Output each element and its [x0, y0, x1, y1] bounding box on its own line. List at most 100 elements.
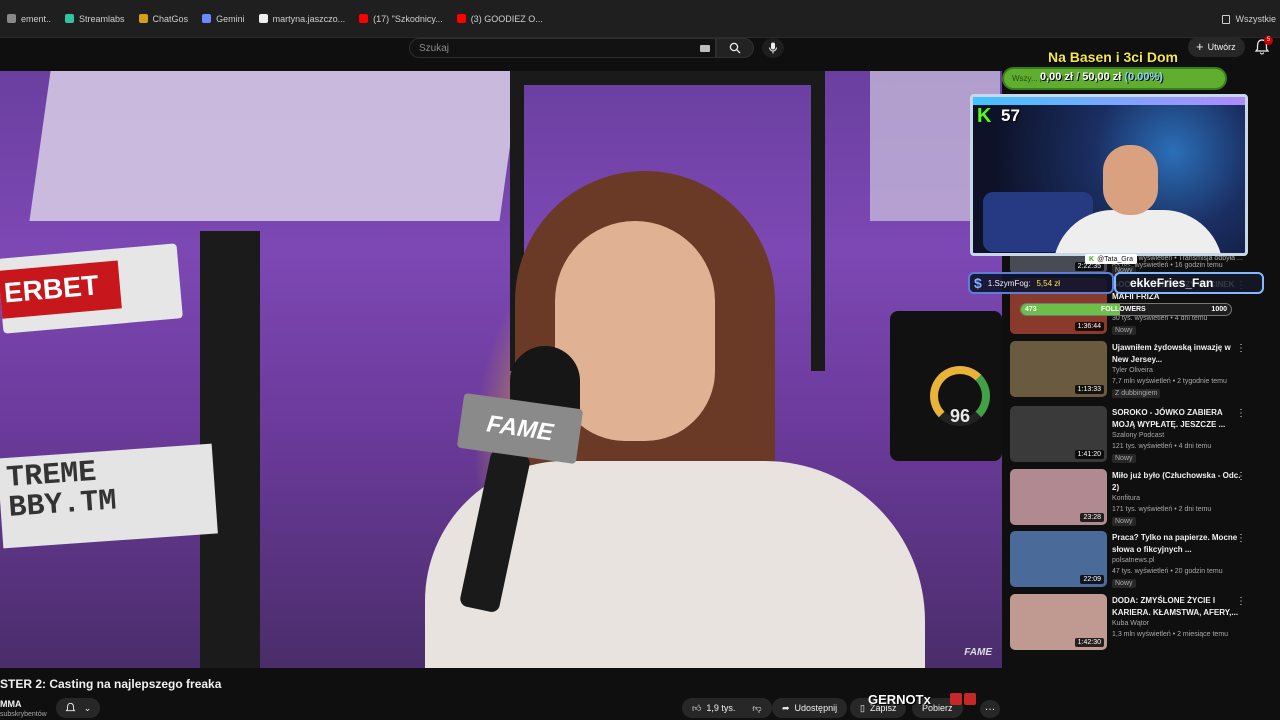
all-bookmarks[interactable]: Wszystkie	[1221, 0, 1277, 38]
bookmark-item[interactable]: (17) "Szkodnicy...	[352, 0, 450, 38]
video-thumbnail[interactable]: 1:13:33	[1010, 341, 1107, 397]
more-actions-icon[interactable]: …	[980, 700, 1000, 718]
chat-overlay-username: GERNOTx	[868, 692, 931, 707]
bookmark-item[interactable]: ement..	[0, 0, 58, 38]
new-badge: Z dubbingiem	[1112, 389, 1161, 398]
bookmarks-bar: ement.. Streamlabs ChatGos Gemini martyna.ja…	[0, 0, 1280, 38]
recommended-title[interactable]: SOROKO - JÓWKO ZABIERA MOJĄ WYPŁATĘ. JES…	[1112, 407, 1246, 431]
video-player[interactable]: ERBET TREME BBY.TM 96 FAME FAME	[0, 71, 1002, 668]
goal-progress-text: 0,00 zł / 50,00 zł (0.00%)	[1040, 71, 1163, 83]
recommended-title[interactable]: Praca? Tylko na papierze. Mocne słowa o …	[1112, 532, 1246, 556]
plus-icon: +	[1196, 39, 1204, 54]
like-count: 1,9 tys.	[706, 703, 736, 713]
bookmark-item[interactable]: martyna.jaszczo...	[252, 0, 353, 38]
more-options-icon[interactable]: ⋮	[1236, 533, 1246, 544]
recommended-title[interactable]: Miło już było (Człuchowska - Odc. 2)	[1112, 470, 1246, 494]
voice-search-button[interactable]	[762, 38, 784, 58]
streamer-handle: K @Tata_Gra	[1085, 254, 1137, 264]
video-duration: 1:36:44	[1074, 322, 1104, 331]
recommended-video[interactable]: 1:42:30 DODA: ZMYŚLONE ŻYCIE I KARIERA. K…	[1010, 594, 1272, 656]
recommended-video[interactable]: 1:13:33 Ujawniłem żydowską inwazję w New …	[1010, 341, 1272, 403]
streamer	[1053, 145, 1223, 253]
bookmark-item[interactable]: Gemini	[195, 0, 252, 38]
new-badge: Nowy	[1112, 579, 1136, 588]
share-button[interactable]: ➦ Udostępnij	[772, 698, 848, 718]
favicon-icon	[359, 14, 369, 23]
bookmark-item[interactable]: Streamlabs	[58, 0, 132, 38]
handle-text: @Tata_Gra	[1097, 255, 1133, 263]
create-button[interactable]: + Utwórz	[1188, 37, 1245, 57]
search-input[interactable]: Szukaj	[409, 38, 716, 58]
subscriber-count: subskrybentów	[0, 711, 47, 718]
channel-name[interactable]: MMA	[0, 699, 22, 709]
bookmark-label: Streamlabs	[79, 13, 125, 24]
share-label: Udostępnij	[794, 703, 838, 713]
goal-target: 50,00 zł	[1082, 71, 1122, 83]
followers-goal-bar: 473 FOLLOWERS 1000	[1020, 303, 1232, 316]
bookmark-label: (3) GOODIEZ O...	[470, 13, 543, 24]
more-options-icon[interactable]: ⋮	[1236, 471, 1246, 482]
favicon-icon	[7, 14, 16, 23]
search-button[interactable]	[716, 38, 754, 58]
new-badge: Nowy	[1112, 326, 1136, 335]
video-duration: 1:41:20	[1074, 450, 1104, 459]
goal-separator: /	[1076, 71, 1080, 83]
video-duration: 1:42:30	[1074, 638, 1104, 647]
emote-icon	[950, 693, 962, 705]
more-options-icon[interactable]: ⋮	[1236, 596, 1246, 607]
folder-icon	[1221, 14, 1230, 24]
video-thumbnail[interactable]: 1:42:30	[1010, 594, 1107, 650]
video-duration: 1:13:33	[1074, 385, 1104, 394]
microphone-icon	[769, 42, 777, 54]
screen: ement.. Streamlabs ChatGos Gemini martyna.ja…	[0, 0, 1280, 720]
dislike-icon[interactable]: 👎︎	[752, 703, 761, 714]
kick-icon: K	[1089, 255, 1095, 263]
kick-logo-icon: K	[977, 105, 992, 127]
recommended-channel[interactable]: Tyler Oliveira	[1112, 367, 1153, 374]
bookmark-item[interactable]: (3) GOODIEZ O...	[450, 0, 550, 38]
recommended-video[interactable]: 1:41:20 SOROKO - JÓWKO ZABIERA MOJĄ WYPŁA…	[1010, 406, 1272, 468]
recommended-channel[interactable]: Konfitura	[1112, 495, 1140, 502]
video-thumbnail[interactable]: 23:28	[1010, 469, 1107, 525]
bookmark-label: Gemini	[216, 13, 245, 24]
emote-icon	[964, 693, 976, 705]
recommended-meta: 30 tys. wyświetleń • 4 dni temu	[1112, 315, 1208, 322]
keyboard-icon[interactable]	[700, 45, 710, 52]
all-bookmarks-label: Wszystkie	[1235, 14, 1277, 24]
like-button[interactable]: 👍︎ 1,9 tys. 👎︎	[682, 698, 772, 718]
streamer-body	[1053, 210, 1223, 253]
share-icon: ➦	[782, 702, 790, 713]
followers-target: 1000	[1211, 306, 1227, 313]
create-label: Utwórz	[1207, 42, 1236, 52]
recommended-video[interactable]: 23:28 Miło już było (Człuchowska - Odc. 2…	[1010, 469, 1272, 531]
more-options-icon[interactable]: ⋮	[1236, 343, 1246, 354]
recommended-channel[interactable]: polsatnews.pl	[1112, 557, 1154, 564]
more-options-icon[interactable]: ⋮	[1236, 408, 1246, 419]
recommended-channel[interactable]: Szalony Podcast	[1112, 432, 1164, 439]
video-duration: 22:09	[1080, 575, 1104, 584]
top-tip-alert: $ 1.SzymFog: 5,54 zł	[968, 272, 1114, 294]
followers-goal-labels: 473 FOLLOWERS 1000	[1021, 304, 1231, 315]
sponsor-banner-text: ERBET	[0, 260, 122, 319]
bookmark-label: (17) "Szkodnicy...	[373, 13, 443, 24]
video-thumbnail[interactable]: 22:09	[1010, 531, 1107, 587]
video-thumbnail[interactable]: 1:41:20	[1010, 406, 1107, 462]
recommended-title[interactable]: DODA: ZMYŚLONE ŻYCIE I KARIERA. KŁAMSTWA…	[1112, 595, 1246, 619]
new-badge: Nowy	[1112, 517, 1136, 526]
favicon-icon	[202, 14, 212, 23]
notification-settings-button[interactable]: ⌄	[56, 698, 100, 718]
bookmark-icon: ▯	[860, 702, 865, 713]
followers-current: 473	[1025, 306, 1037, 313]
recommended-video[interactable]: 22:09 Praca? Tylko na papierze. Mocne sło…	[1010, 531, 1272, 593]
recommended-meta: 47 tys. wyświetleń • 20 godzin temu	[1112, 568, 1223, 575]
followers-label: FOLLOWERS	[1101, 306, 1146, 313]
streamer-webcam: K 57	[970, 94, 1248, 256]
recommended-meta: 121 tys. wyświetleń • 4 dni temu	[1112, 443, 1212, 450]
bookmark-item[interactable]: ChatGos	[132, 0, 196, 38]
streamer-face	[1103, 145, 1158, 215]
recommended-channel[interactable]: Kuba Wątor	[1112, 620, 1149, 627]
video-info: STER 2: Casting na najlepszego freaka MM…	[0, 668, 1002, 720]
recommended-title[interactable]: Ujawniłem żydowską inwazję w New Jersey.…	[1112, 342, 1246, 366]
bell-icon	[65, 702, 76, 712]
bookmark-label: ement..	[21, 13, 52, 24]
